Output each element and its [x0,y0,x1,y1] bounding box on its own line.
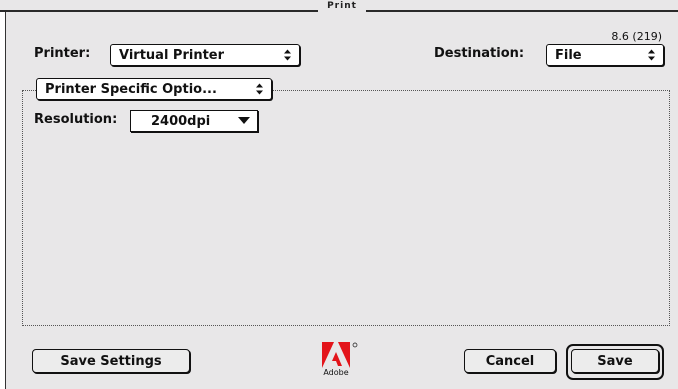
triangle-down-icon [238,117,250,124]
destination-label: Destination: [434,46,525,61]
printer-label: Printer: [34,46,91,61]
options-panel-popup[interactable]: Printer Specific Optio... [36,78,272,100]
save-settings-button[interactable]: Save Settings [32,349,190,373]
resolution-popup-value: 2400dpi [151,113,211,129]
resolution-label: Resolution: [34,112,118,127]
cancel-button[interactable]: Cancel [464,349,556,373]
printer-popup-value: Virtual Printer [119,47,225,63]
save-button[interactable]: Save [571,349,659,373]
options-group-box [22,90,670,326]
options-panel-popup-value: Printer Specific Optio... [45,81,217,97]
destination-popup-value: File [555,47,582,63]
window-left-edge [0,12,6,389]
print-dialog: Print 8.6 (219) Printer: Virtual Printer… [0,0,678,389]
destination-popup[interactable]: File [546,44,664,66]
version-label: 8.6 (219) [611,30,662,43]
printer-popup[interactable]: Virtual Printer [110,44,300,66]
adobe-logo-text: Adobe [323,368,349,377]
up-down-arrows-icon [284,49,291,61]
up-down-arrows-icon [256,83,263,95]
dialog-title: Print [318,1,366,13]
up-down-arrows-icon [648,49,655,61]
resolution-popup[interactable]: 2400dpi [130,110,258,132]
